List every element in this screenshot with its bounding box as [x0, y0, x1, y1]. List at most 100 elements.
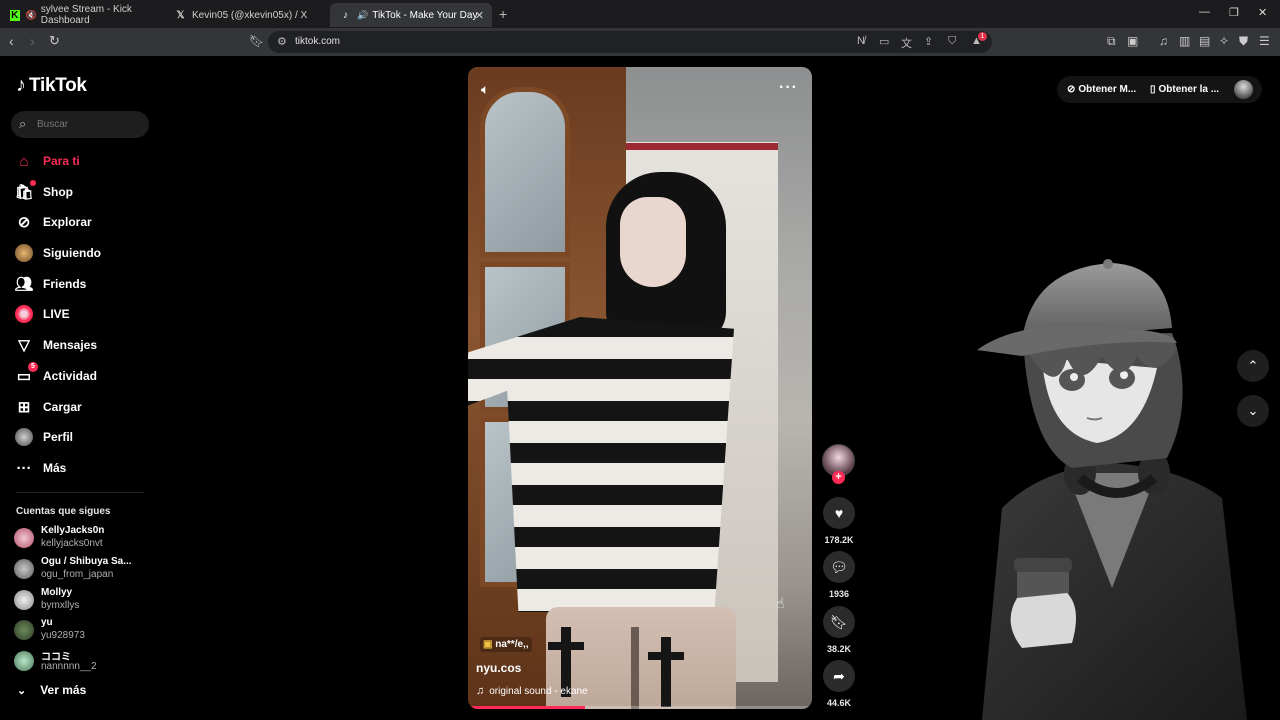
tab-x[interactable]: 𝕏 Kevin05 (@xkevin05x) / X [165, 3, 330, 27]
sidebar-toggle-icon[interactable]: ▥ [1179, 34, 1190, 48]
address-bar[interactable]: ⚙︎ tiktok.com N̸ ▭ 文 ⇪ ⛉ ▲ [268, 31, 992, 53]
search-input[interactable]: ⌕ Buscar [11, 111, 149, 138]
sidebar-item-siguiendo[interactable]: Siguiendo [14, 238, 144, 268]
wallet-icon[interactable]: ▤ [1199, 34, 1210, 48]
get-coins-button[interactable]: ⊘ Obtener M... [1067, 84, 1136, 95]
follow-plus-button[interactable]: + [832, 471, 845, 484]
extensions-icon[interactable]: ⧉ [1107, 34, 1116, 49]
video-author[interactable]: nyu.cos [476, 661, 521, 675]
video-subject-face [620, 197, 686, 287]
tab-title: Kevin05 (@xkevin05x) / X [192, 9, 308, 21]
save-button[interactable]: 🔖︎ [823, 606, 855, 638]
sidebar-item-shop[interactable]: 🛍︎ Shop [14, 177, 144, 207]
video-progress-fill [468, 706, 585, 709]
see-more-button[interactable]: ⌄ Ver más [17, 683, 86, 697]
following-username: yu928973 [41, 630, 85, 641]
reload-button[interactable]: ↻ [49, 33, 60, 49]
hand-shape [1010, 593, 1076, 648]
maximize-button[interactable]: ❐ [1229, 6, 1239, 19]
chevron-down-icon: ⌄ [17, 684, 27, 697]
avatar [14, 528, 34, 548]
heart-icon: ♥ [834, 505, 844, 521]
browser-toolbar: ‹ › ↻ 🔖︎ ⚙︎ tiktok.com N̸ ▭ 文 ⇪ ⛉ ▲ 1 ⧉ … [0, 28, 1280, 56]
back-button[interactable]: ‹ [9, 33, 14, 49]
sidebar-item-mensajes[interactable]: ▽ Mensajes [14, 330, 144, 360]
sidebar-item-live[interactable]: LIVE [14, 299, 144, 329]
sidebar-item-para-ti[interactable]: ⌂ Para ti [14, 146, 144, 176]
get-app-label: Obtener la ... [1158, 84, 1220, 95]
tag-icon: ▣ [483, 639, 493, 650]
mute-icon[interactable]: 🔈︎ [481, 81, 489, 98]
like-button[interactable]: ♥ [823, 497, 855, 529]
home-icon: ⌂ [19, 152, 29, 170]
music-note-icon: ♫ [476, 685, 485, 697]
translate-icon[interactable]: 文 [901, 35, 912, 51]
new-tab-button[interactable]: + [499, 6, 507, 22]
video-sound[interactable]: ♫ original sound - ekane [476, 685, 588, 697]
sidebar-item-mas[interactable]: ··· Más [14, 453, 144, 483]
following-item[interactable]: KellyJacks0n kellyjacks0nvt [14, 525, 144, 553]
tab-tiktok[interactable]: ♪ 🔊 TikTok - Make Your Day ✕ [330, 3, 492, 27]
reader-icon[interactable]: N̸ [857, 35, 865, 47]
vpn-icon[interactable]: ⛊ [1239, 34, 1248, 49]
sidebar-item-label: Para ti [43, 154, 80, 168]
sidebar-item-label: Actividad [43, 369, 98, 383]
bookmark-icon[interactable]: 🔖︎ [249, 34, 264, 48]
menu-icon[interactable]: ☰ [1259, 34, 1270, 48]
following-item[interactable]: ココミ nannnnn__2 [14, 648, 144, 676]
mute-icon: 🔇 [25, 9, 37, 20]
tiktok-logo[interactable]: ♪ TikTok [16, 74, 87, 97]
following-item[interactable]: Ogu / Shibuya Sa... ogu_from_japan [14, 556, 144, 584]
ai-icon[interactable]: ✧ [1219, 34, 1229, 48]
share-icon[interactable]: ⇪ [924, 35, 933, 48]
site-info-icon[interactable]: ⚙︎ [277, 35, 287, 48]
sidebar-item-label: Más [43, 461, 67, 475]
sidebar-item-actividad[interactable]: ▭ 5 Actividad [14, 361, 144, 391]
sidebar-item-friends[interactable]: 👥︎ Friends [14, 269, 144, 299]
upload-icon: ⊞ [17, 399, 31, 416]
share-button[interactable]: ➦ [823, 660, 855, 692]
sidebar-item-explorar[interactable]: ⊘ Explorar [14, 207, 144, 237]
vtuber-overlay-image [977, 259, 1247, 720]
forward-button[interactable]: › [30, 33, 35, 49]
get-app-button[interactable]: ▯ Obtener la ... [1150, 84, 1219, 95]
comment-button[interactable]: 💬︎ [823, 551, 855, 583]
sidebar-item-perfil[interactable]: Perfil [14, 422, 144, 452]
close-window-button[interactable]: ✕ [1258, 6, 1267, 19]
sidebar-item-label: Siguiendo [43, 246, 101, 260]
sidebar-item-label: Friends [43, 277, 87, 291]
sidebar-item-label: Mensajes [43, 338, 98, 352]
following-title: Cuentas que sigues [16, 506, 111, 517]
extension-badge: 1 [978, 32, 987, 41]
video-tag[interactable]: ▣ na**/e,, [480, 637, 532, 652]
cast-icon[interactable]: ▭ [879, 35, 889, 48]
audio-icon: 🔊 [357, 9, 369, 20]
see-more-label: Ver más [40, 683, 87, 697]
video-progress-bar[interactable] [468, 706, 812, 709]
tab-title: TikTok - Make Your Day [372, 9, 478, 21]
profile-avatar[interactable] [1234, 80, 1253, 99]
bookmark-icon: 🔖︎ [830, 613, 848, 630]
close-tab-icon[interactable]: ✕ [475, 9, 484, 22]
sidebar-item-cargar[interactable]: ⊞ Cargar [14, 392, 144, 422]
media-icon[interactable]: ♫ [1159, 34, 1168, 48]
activity-badge: 5 [28, 362, 38, 372]
friends-icon: 👥︎ [14, 276, 34, 293]
following-item[interactable]: yu yu928973 [14, 617, 144, 645]
screenshot-icon[interactable]: ▣ [1127, 34, 1138, 48]
shield-icon[interactable]: ⛉ [948, 35, 956, 48]
activity-icon: ▭ 5 [14, 362, 38, 386]
sidebar-item-label: LIVE [43, 307, 70, 321]
following-name: KellyJacks0n [41, 525, 105, 536]
video-player[interactable]: 🔈︎ ··· ▣ na**/e,, nyu.cos ♫ original sou… [468, 67, 812, 709]
minimize-button[interactable]: — [1199, 6, 1210, 18]
video-cross-mark [661, 637, 671, 707]
tab-kick[interactable]: K 🔇 sylvee Stream - Kick Dashboard [0, 3, 165, 27]
video-sound-text: original sound - ekane [489, 685, 588, 697]
more-options-icon[interactable]: ··· [779, 79, 798, 97]
url-text: tiktok.com [295, 36, 341, 47]
following-item[interactable]: Mollyy bymxllys [14, 587, 144, 615]
save-count: 38.2K [826, 644, 852, 654]
sidebar-item-label: Explorar [43, 215, 92, 229]
messages-icon: ▽ [18, 337, 30, 354]
